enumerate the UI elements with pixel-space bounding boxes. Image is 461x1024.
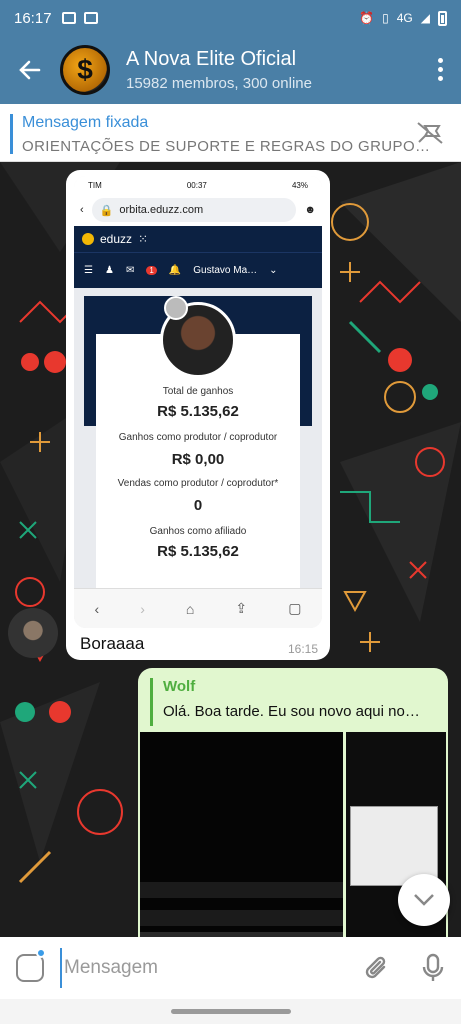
battery-icon (438, 10, 447, 26)
pinned-title: Mensagem fixada (22, 114, 149, 131)
message-time: 16:15 (287, 642, 318, 656)
media-video-1[interactable] (140, 732, 343, 937)
total-label: Total de ganhos (162, 386, 234, 397)
lock-icon: 🔒 (99, 204, 114, 217)
chevron-left-icon: ‹ (80, 204, 84, 216)
message-incoming[interactable]: TIM 00:37 43% ‹ 🔒 orbita.eduzz.com ☻ edu… (66, 170, 330, 660)
home-handle[interactable] (170, 1009, 291, 1014)
share-icon: ⇪ (235, 600, 248, 616)
back-button[interactable] (0, 36, 60, 104)
twitch-notification-icon (83, 12, 98, 24)
shot-notification-count: 1 (146, 266, 157, 275)
sales-label: Vendas como produtor / coprodutor* (117, 478, 279, 489)
group-avatar[interactable]: $ (60, 45, 110, 95)
message-input-bar (0, 937, 461, 999)
paperclip-icon (365, 956, 386, 979)
people-icon: ♟ (104, 265, 114, 276)
attach-button[interactable] (349, 953, 405, 983)
vibrate-icon: ▯ (382, 11, 389, 25)
alarm-icon: ⏰ (359, 11, 375, 25)
shot-carrier: TIM (88, 180, 102, 190)
chat-header: $ A Nova Elite Oficial 15982 membros, 30… (0, 36, 461, 104)
status-bar: 16:17 ⏰ ▯ 4G ◢ (0, 0, 461, 36)
shot-brand: eduzz (100, 232, 133, 246)
chat-icon: ✉ (125, 265, 135, 276)
chevron-right-icon: › (140, 600, 145, 617)
tabs-icon: ▢ (288, 600, 302, 616)
mic-button[interactable] (405, 953, 461, 983)
message-input[interactable] (60, 948, 349, 988)
home-icon: ⌂ (185, 600, 195, 617)
status-time: 16:17 (14, 9, 52, 27)
sales-value: 0 (193, 497, 203, 514)
shot-time: 00:37 (186, 180, 207, 190)
chat-info[interactable]: A Nova Elite Oficial 15982 membros, 300 … (126, 48, 312, 92)
chat-area[interactable]: TIM 00:37 43% ‹ 🔒 orbita.eduzz.com ☻ edu… (0, 162, 461, 937)
reply-text: Olá. Boa tarde. Eu sou novo aqui no… (163, 703, 420, 720)
chevron-down-icon: ⌄ (269, 265, 278, 276)
arrow-left-icon (19, 60, 41, 80)
affiliate-label: Ganhos como afiliado (149, 526, 247, 537)
chevron-left-icon: ‹ (94, 600, 100, 617)
chat-subtitle: 15982 membros, 300 online (126, 75, 312, 92)
shot-user-name: Gustavo Ma… (193, 265, 258, 276)
producer-value: R$ 0,00 (171, 451, 225, 468)
system-nav-bar (0, 999, 461, 1024)
eduzz-logo-icon (82, 233, 94, 245)
scroll-down-button[interactable] (398, 874, 450, 926)
sender-avatar[interactable] (8, 608, 58, 658)
total-value: R$ 5.135,62 (157, 403, 239, 420)
avatar-placeholder-icon (164, 296, 188, 320)
emoji-button[interactable] (0, 948, 60, 982)
network-type: 4G (396, 11, 413, 25)
message-caption: Boraaaa (80, 634, 145, 653)
chat-title: A Nova Elite Oficial (126, 48, 297, 70)
shot-battery: 43% (291, 180, 308, 190)
affiliate-value: R$ 5.135,62 (157, 543, 239, 560)
message-notification-icon (61, 12, 76, 24)
person-icon: ☻ (304, 204, 316, 216)
grid-icon: ⁙ (138, 232, 149, 246)
pinned-message[interactable]: Mensagem fixada ORIENTAÇÕES DE SUPORTE E… (0, 104, 461, 162)
menu-icon: ☰ (84, 265, 93, 276)
microphone-icon (422, 953, 444, 981)
message-image[interactable]: TIM 00:37 43% ‹ 🔒 orbita.eduzz.com ☻ edu… (74, 176, 322, 628)
reply-quote[interactable]: Wolf Olá. Boa tarde. Eu sou novo aqui no… (150, 678, 442, 726)
new-badge (36, 948, 46, 958)
signal-icon: ◢ (420, 11, 430, 25)
bell-icon: 🔔 (168, 265, 182, 276)
sticker-icon (16, 954, 44, 982)
reply-author: Wolf (163, 678, 196, 695)
producer-label: Ganhos como produtor / coprodutor (118, 432, 278, 443)
shot-url: orbita.eduzz.com (119, 204, 204, 216)
unpin-icon[interactable] (415, 120, 445, 146)
more-options-button[interactable] (437, 58, 443, 81)
pinned-text: ORIENTAÇÕES DE SUPORTE E REGRAS DO GRUPO… (22, 138, 431, 155)
chevron-down-icon (414, 894, 434, 906)
